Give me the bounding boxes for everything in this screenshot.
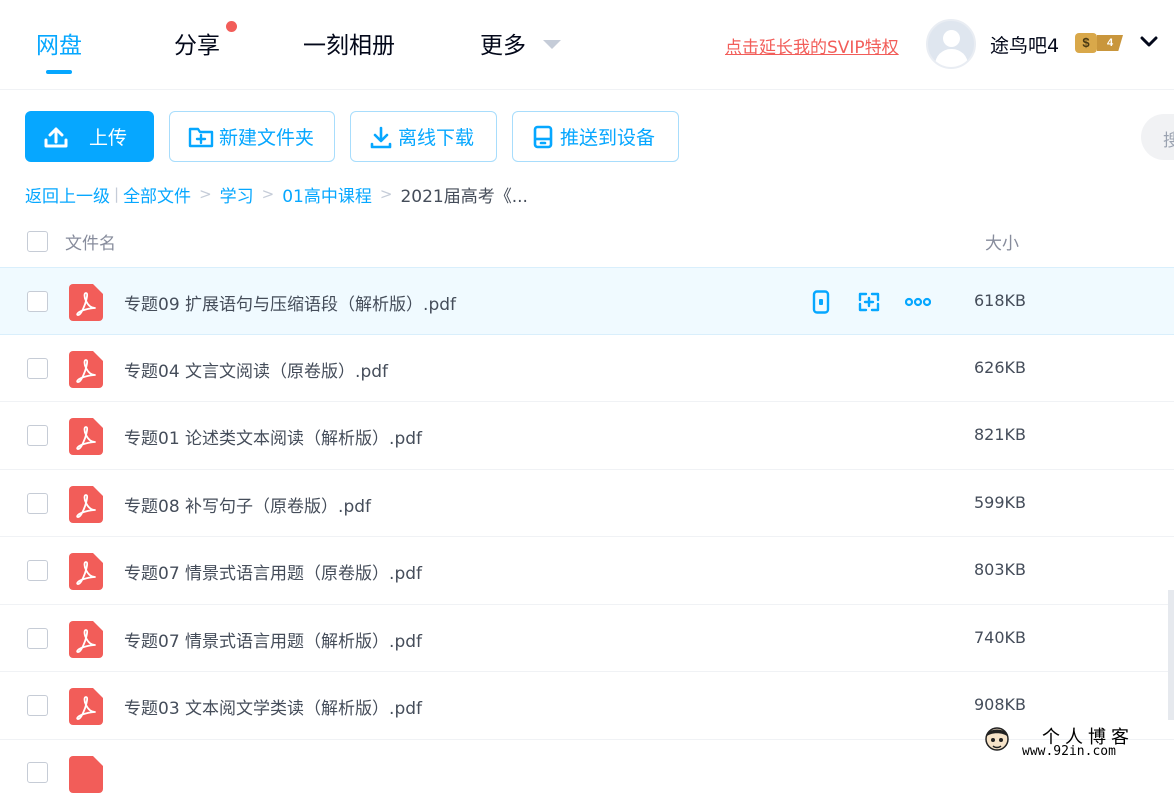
file-name[interactable]: 专题01 论述类文本阅读（解析版）.pdf: [124, 424, 422, 449]
upload-icon: [44, 127, 68, 147]
row-checkbox[interactable]: [27, 761, 48, 783]
new-folder-button[interactable]: 新建文件夹: [169, 111, 335, 162]
pdf-file-icon: [69, 350, 103, 388]
notification-dot: [226, 21, 237, 32]
row-checkbox[interactable]: [27, 627, 48, 649]
file-name[interactable]: 专题07 情景式语言用题（原卷版）.pdf: [124, 559, 422, 584]
breadcrumb: 返回上一级 | 全部文件 > 学习 > 01高中课程 > 2021届高考《...: [25, 182, 528, 207]
file-size: 599KB: [973, 492, 1026, 512]
share-link-icon[interactable]: [857, 290, 881, 314]
breadcrumb-item-study[interactable]: 学习: [220, 182, 254, 207]
file-row[interactable]: 专题04 文言文阅读（原卷版）.pdf 626KB: [0, 335, 1174, 402]
download-icon: [370, 126, 392, 148]
tab-more[interactable]: 更多: [480, 26, 526, 62]
row-checkbox[interactable]: [27, 695, 48, 716]
avatar-head: [943, 30, 960, 47]
file-size: 626KB: [973, 357, 1026, 377]
file-name[interactable]: 专题08 补写句子（原卷版）.pdf: [124, 492, 371, 517]
pdf-file-icon: [69, 284, 103, 321]
column-header-size[interactable]: 大小: [985, 229, 1019, 254]
row-checkbox[interactable]: [27, 425, 48, 446]
column-header-name[interactable]: 文件名: [65, 229, 116, 254]
cartoon-face-icon: [985, 727, 1009, 751]
file-size: 740KB: [973, 627, 1026, 647]
top-nav: 网盘 分享 一刻相册 更多 点击延长我的SVIP特权 途鸟吧4 $ 4: [0, 0, 1174, 90]
file-name[interactable]: 专题03 文本阅文学类读（解析版）.pdf: [124, 694, 422, 719]
tab-netdisk[interactable]: 网盘: [36, 26, 82, 74]
row-checkbox[interactable]: [27, 357, 48, 379]
pdf-file-icon: [69, 418, 103, 455]
row-checkbox[interactable]: [27, 291, 48, 312]
row-checkbox[interactable]: [27, 560, 48, 581]
coin-icon: $: [1075, 33, 1097, 53]
avatar-body: [935, 49, 968, 67]
breadcrumb-back-link[interactable]: 返回上一级: [25, 182, 110, 207]
breadcrumb-separator: >: [199, 185, 212, 203]
upload-label: 上传: [89, 127, 128, 149]
breadcrumb-item-course[interactable]: 01高中课程: [282, 182, 372, 207]
vip-level-badge: $ 4: [1073, 32, 1123, 54]
breadcrumb-separator: >: [261, 185, 275, 203]
user-menu-chevron-icon[interactable]: [1140, 36, 1158, 48]
file-name[interactable]: 专题07 情景式语言用题（解析版）.pdf: [124, 627, 422, 652]
push-device-icon[interactable]: [809, 290, 833, 314]
device-icon: [533, 125, 553, 148]
push-to-device-label: 推送到设备: [560, 127, 656, 149]
tab-share[interactable]: 分享: [174, 26, 220, 62]
pdf-file-icon: [69, 485, 103, 523]
file-row[interactable]: 专题07 情景式语言用题（解析版）.pdf 740KB: [0, 605, 1174, 672]
offline-download-label: 离线下载: [398, 127, 475, 149]
file-row[interactable]: 专题08 补写句子（原卷版）.pdf 599KB: [0, 470, 1174, 537]
scrollbar[interactable]: [1168, 590, 1174, 720]
upload-button[interactable]: 上传: [25, 111, 154, 162]
pdf-file-icon: [69, 688, 103, 725]
select-all-checkbox[interactable]: [27, 231, 48, 252]
file-row[interactable]: 专题01 论述类文本阅读（解析版）.pdf 821KB: [0, 402, 1174, 470]
search-input[interactable]: 搜: [1141, 114, 1174, 160]
blog-watermark: 个人博客 www.92in.com: [984, 721, 1174, 763]
file-size: 618KB: [973, 291, 1026, 310]
chevron-down-icon[interactable]: [543, 40, 561, 49]
breadcrumb-current: 2021届高考《...: [400, 186, 528, 207]
svip-renew-link[interactable]: 点击延长我的SVIP特权: [725, 33, 899, 58]
file-name[interactable]: 专题04 文言文阅读（原卷版）.pdf: [124, 357, 388, 382]
username[interactable]: 途鸟吧4: [990, 31, 1059, 58]
file-size: 821KB: [973, 425, 1026, 444]
file-name[interactable]: 专题09 扩展语句与压缩语段（解析版）.pdf: [124, 290, 456, 315]
file-row[interactable]: 专题09 扩展语句与压缩语段（解析版）.pdf 618KB: [0, 267, 1174, 335]
file-row[interactable]: 专题07 情景式语言用题（原卷版）.pdf 803KB: [0, 537, 1174, 605]
pdf-file-icon: [69, 620, 103, 658]
pdf-file-icon: [69, 755, 103, 793]
more-options-icon[interactable]: [905, 290, 931, 314]
breadcrumb-separator: >: [379, 185, 393, 203]
pdf-file-icon: [69, 553, 103, 590]
watermark-url: www.92in.com: [1022, 744, 1116, 759]
breadcrumb-divider: |: [114, 185, 120, 203]
folder-plus-icon: [188, 127, 214, 147]
file-list: 专题09 扩展语句与压缩语段（解析版）.pdf 618KB 专题04 文言文阅读…: [0, 267, 1174, 793]
row-checkbox[interactable]: [27, 492, 48, 514]
tab-moment-album[interactable]: 一刻相册: [303, 26, 395, 62]
file-size: 908KB: [973, 695, 1026, 714]
file-size: 803KB: [973, 560, 1026, 579]
push-to-device-button[interactable]: 推送到设备: [512, 111, 679, 162]
vip-level-number: 4: [1097, 35, 1123, 51]
new-folder-label: 新建文件夹: [219, 127, 315, 149]
search-placeholder: 搜: [1163, 131, 1174, 151]
avatar[interactable]: [926, 19, 976, 69]
breadcrumb-item-all-files[interactable]: 全部文件: [123, 182, 191, 207]
offline-download-button[interactable]: 离线下载: [350, 111, 497, 162]
